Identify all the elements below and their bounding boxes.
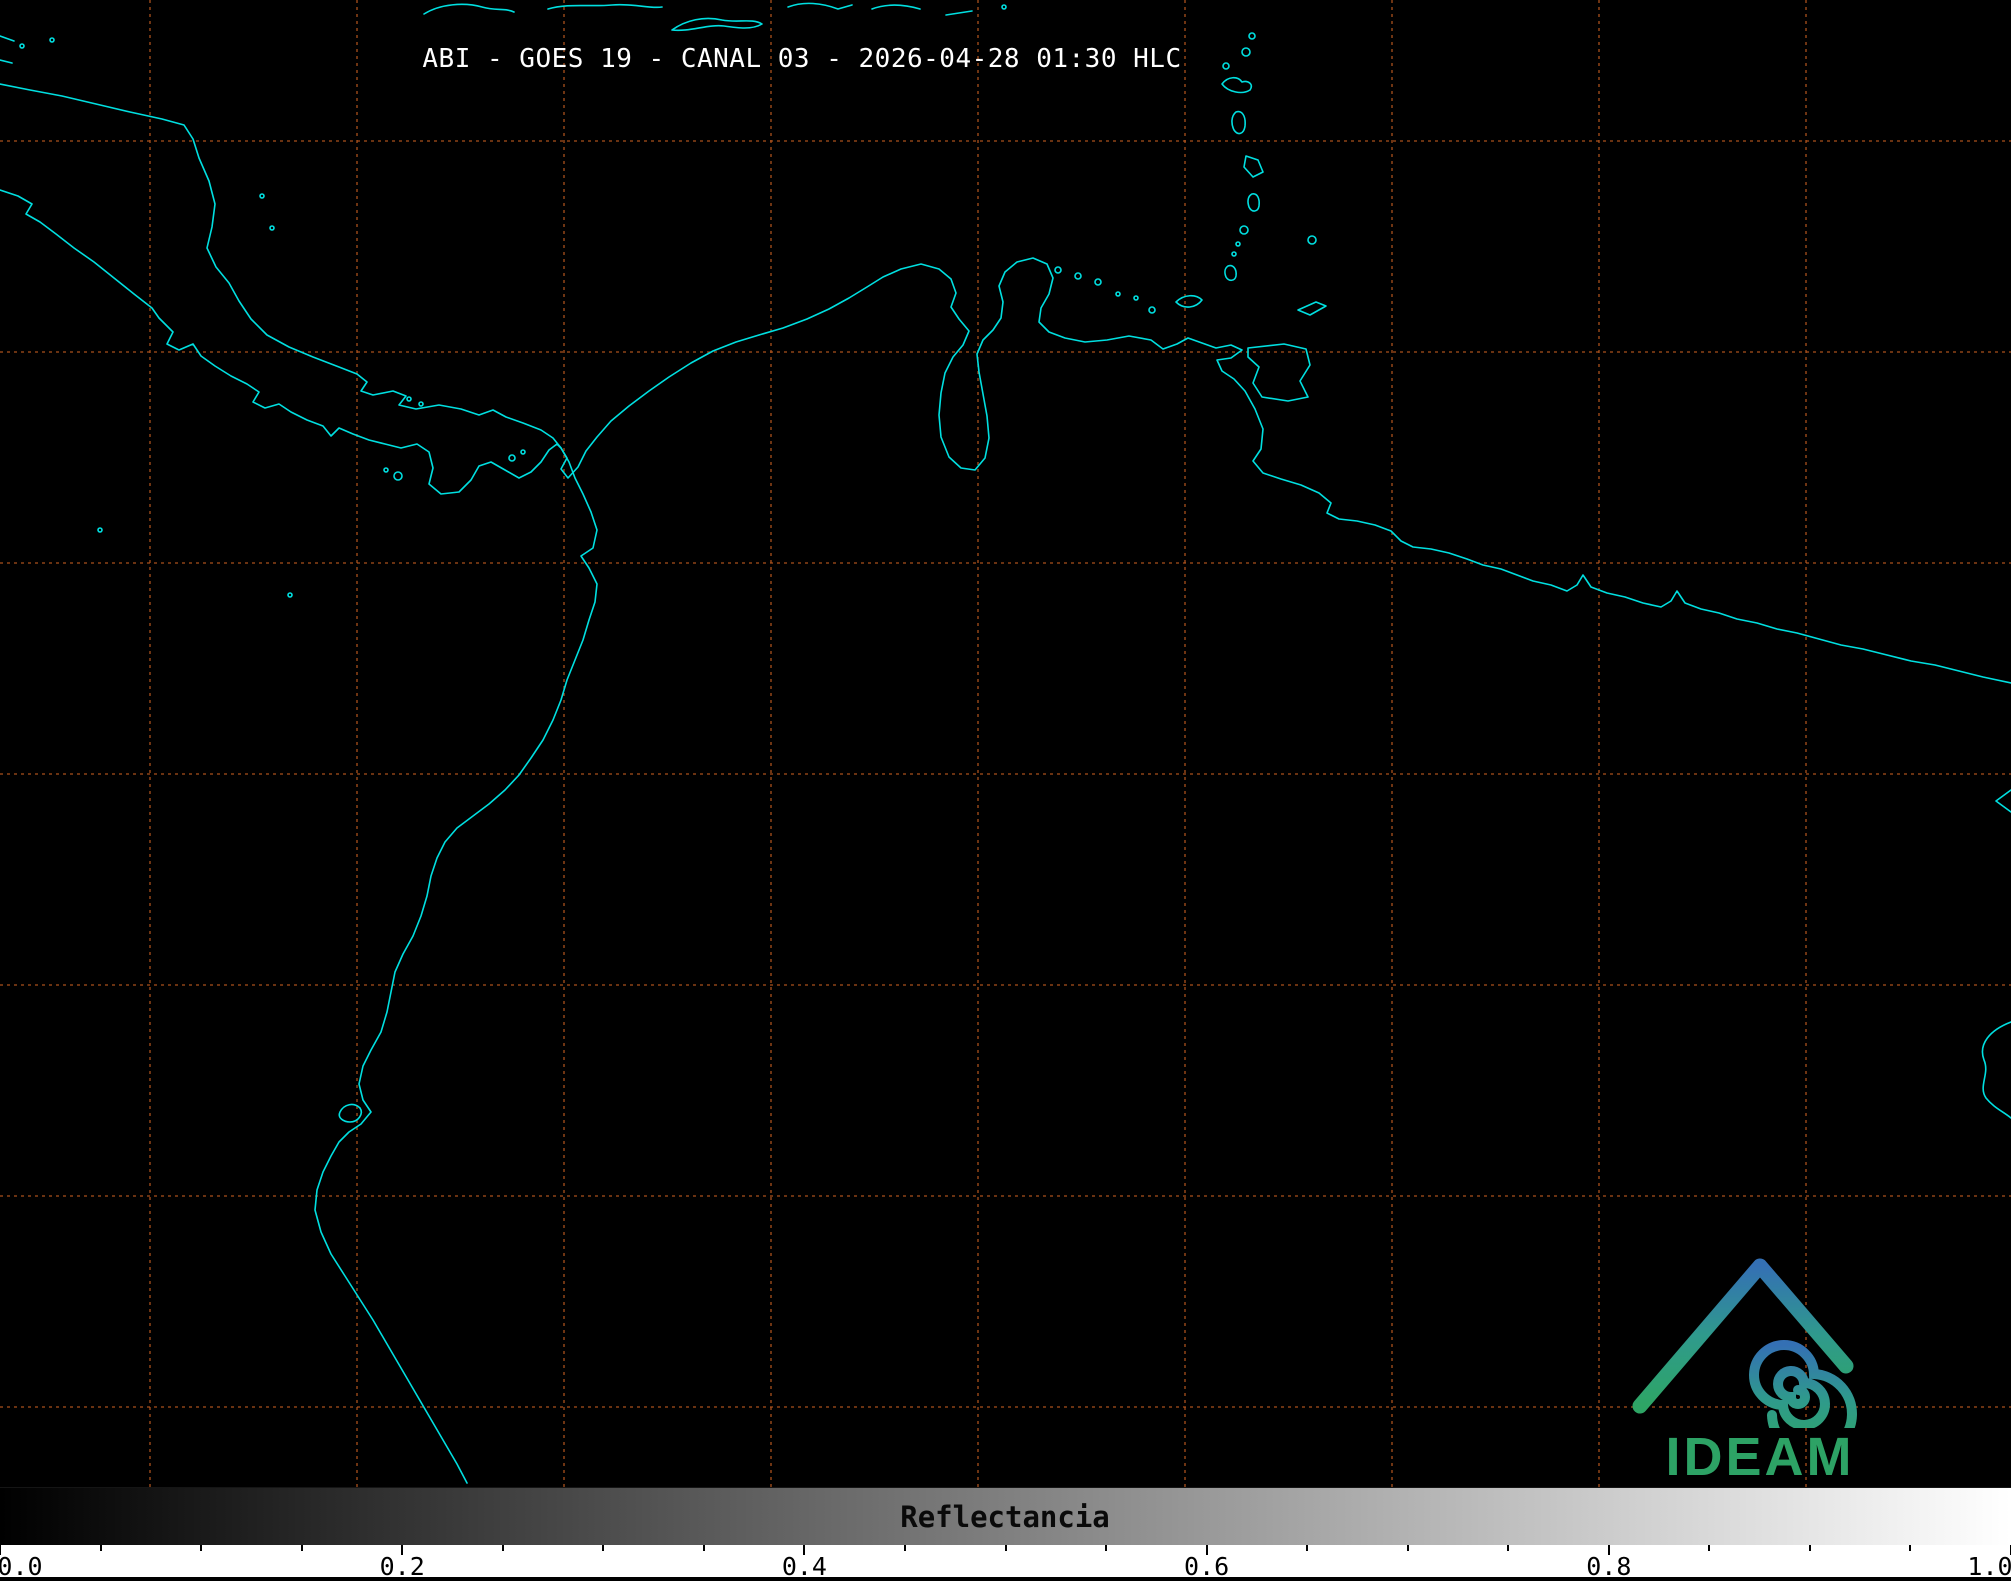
colorbar-tick — [200, 1545, 203, 1551]
island — [520, 449, 526, 455]
ideam-mountain-spiral-icon — [1632, 1258, 1857, 1459]
ideam-logo-text: IDEAM — [1665, 1427, 1855, 1487]
satellite-map-area: ABI - GOES 19 - CANAL 03 - 2026-04-28 01… — [0, 0, 2011, 1487]
ideam-logo: IDEAM — [1610, 1238, 1910, 1487]
coastline — [1221, 76, 1253, 94]
island — [269, 225, 275, 231]
colorbar-tick — [1004, 1545, 1007, 1551]
coastline — [1995, 789, 2011, 813]
island — [287, 592, 293, 598]
island — [1094, 278, 1102, 286]
island — [1248, 32, 1256, 40]
colorbar-label: Reflectancia — [900, 1500, 1110, 1534]
coastline — [1224, 264, 1237, 282]
colorbar-tick — [501, 1545, 504, 1551]
coastline — [1243, 155, 1264, 178]
coastline — [0, 83, 2011, 684]
island — [418, 401, 424, 407]
colorbar-tick-area: 0.0 0.2 0.4 0.6 0.8 1.0 — [0, 1545, 2011, 1581]
island — [1074, 272, 1082, 280]
island — [19, 43, 25, 49]
island — [383, 467, 389, 473]
coastline — [1175, 294, 1203, 308]
colorbar-tick — [702, 1545, 705, 1551]
island — [97, 527, 103, 533]
island — [1239, 225, 1249, 235]
coastline — [423, 3, 515, 15]
island — [49, 37, 55, 43]
island — [1133, 295, 1139, 301]
colorbar-tick — [1507, 1545, 1510, 1551]
island — [1235, 241, 1241, 247]
island — [1222, 62, 1230, 70]
island — [1054, 266, 1062, 274]
colorbar: Reflectancia 0.0 0.2 0.4 0.6 0.8 1.0 — [0, 1487, 2011, 1581]
coastline — [671, 17, 763, 32]
coastline — [1247, 343, 1311, 402]
island — [1148, 306, 1156, 314]
coastline — [338, 1103, 363, 1123]
colorbar-tick — [903, 1545, 906, 1551]
island — [1241, 47, 1251, 57]
coastline — [871, 4, 921, 10]
island — [1115, 291, 1121, 297]
image-title: ABI - GOES 19 - CANAL 03 - 2026-04-28 01… — [422, 44, 1182, 74]
island — [259, 193, 265, 199]
island — [1001, 4, 1007, 10]
coastline — [945, 10, 973, 16]
island — [1307, 235, 1317, 245]
island — [1231, 251, 1237, 257]
coastline — [547, 3, 663, 10]
coastline — [0, 59, 13, 64]
coastline — [787, 2, 853, 10]
colorbar-tick — [602, 1545, 605, 1551]
coastline — [1981, 1021, 2011, 1119]
colorbar-tick — [300, 1545, 303, 1551]
coastline — [1247, 193, 1260, 212]
island — [508, 454, 516, 462]
colorbar-tick — [99, 1545, 102, 1551]
colorbar-tick — [1708, 1545, 1711, 1551]
colorbar-tick — [1306, 1545, 1309, 1551]
coastline — [1297, 301, 1327, 316]
coastline — [0, 35, 15, 42]
colorbar-tick — [1909, 1545, 1912, 1551]
colorbar-tick — [1406, 1545, 1409, 1551]
colorbar-gradient: Reflectancia — [0, 1487, 2011, 1545]
colorbar-tick — [1808, 1545, 1811, 1551]
island — [393, 471, 403, 481]
coastline — [1231, 110, 1246, 135]
colorbar-tick — [1105, 1545, 1108, 1551]
coastline — [0, 189, 598, 1484]
island — [406, 396, 412, 402]
